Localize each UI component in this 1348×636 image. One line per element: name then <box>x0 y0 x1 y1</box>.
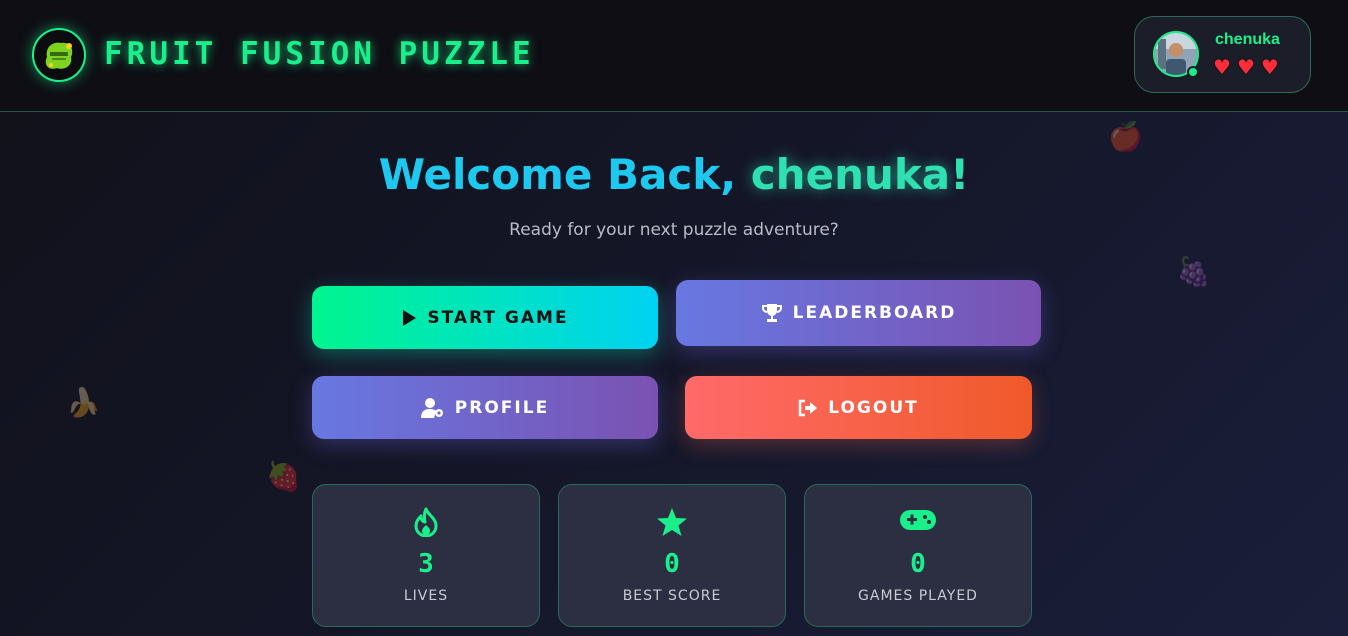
welcome-prefix: Welcome Back, <box>378 150 751 199</box>
user-card[interactable]: chenuka ♥ ♥ ♥ <box>1134 16 1311 93</box>
welcome-heading: Welcome Back, chenuka! <box>0 150 1348 199</box>
stat-card-lives: 3 LIVES <box>312 484 540 627</box>
best-score-value: 0 <box>664 549 680 579</box>
stat-card-games-played: 0 GAMES PLAYED <box>804 484 1032 627</box>
leaderboard-button[interactable]: LEADERBOARD <box>676 280 1041 346</box>
lives-value: 3 <box>418 549 434 579</box>
stat-card-best-score: 0 BEST SCORE <box>558 484 786 627</box>
logout-label: LOGOUT <box>828 397 919 418</box>
flame-icon <box>414 507 438 537</box>
profile-button[interactable]: PROFILE <box>312 376 658 439</box>
profile-label: PROFILE <box>454 397 550 418</box>
play-icon <box>403 309 417 326</box>
welcome-subtitle: Ready for your next puzzle adventure? <box>509 220 839 240</box>
welcome-suffix: ! <box>950 150 970 199</box>
lives-hearts: ♥ ♥ ♥ <box>1213 57 1279 77</box>
heart-icon: ♥ <box>1236 55 1255 79</box>
leaderboard-label: LEADERBOARD <box>792 303 957 323</box>
logout-icon <box>799 399 818 416</box>
start-game-label: START GAME <box>427 307 569 328</box>
start-game-button[interactable]: START GAME <box>312 286 658 349</box>
banana-deco-icon: 🍌 <box>66 386 101 419</box>
top-header: FRUIT FUSION PUZZLE chenuka ♥ ♥ ♥ <box>0 0 1348 112</box>
username: chenuka <box>1215 31 1280 48</box>
welcome-username: chenuka <box>750 150 951 199</box>
strawberry-deco-icon: 🍓 <box>266 460 301 493</box>
games-played-value: 0 <box>910 549 926 579</box>
star-icon <box>657 508 687 536</box>
trophy-icon <box>761 304 782 322</box>
user-gear-icon <box>420 397 443 418</box>
logout-button[interactable]: LOGOUT <box>685 376 1032 439</box>
lives-label: LIVES <box>403 588 449 604</box>
games-played-label: GAMES PLAYED <box>858 588 978 604</box>
apple-deco-icon: 🍎 <box>1108 120 1143 153</box>
online-status-indicator <box>1187 66 1199 78</box>
heart-icon: ♥ <box>1213 55 1231 79</box>
gamepad-icon <box>900 510 936 530</box>
heart-icon: ♥ <box>1260 55 1279 79</box>
fruit-logo-icon[interactable] <box>32 28 86 82</box>
best-score-label: BEST SCORE <box>622 588 722 604</box>
grape-deco-icon: 🍇 <box>1176 255 1211 288</box>
app-title: FRUIT FUSION PUZZLE <box>104 36 535 72</box>
